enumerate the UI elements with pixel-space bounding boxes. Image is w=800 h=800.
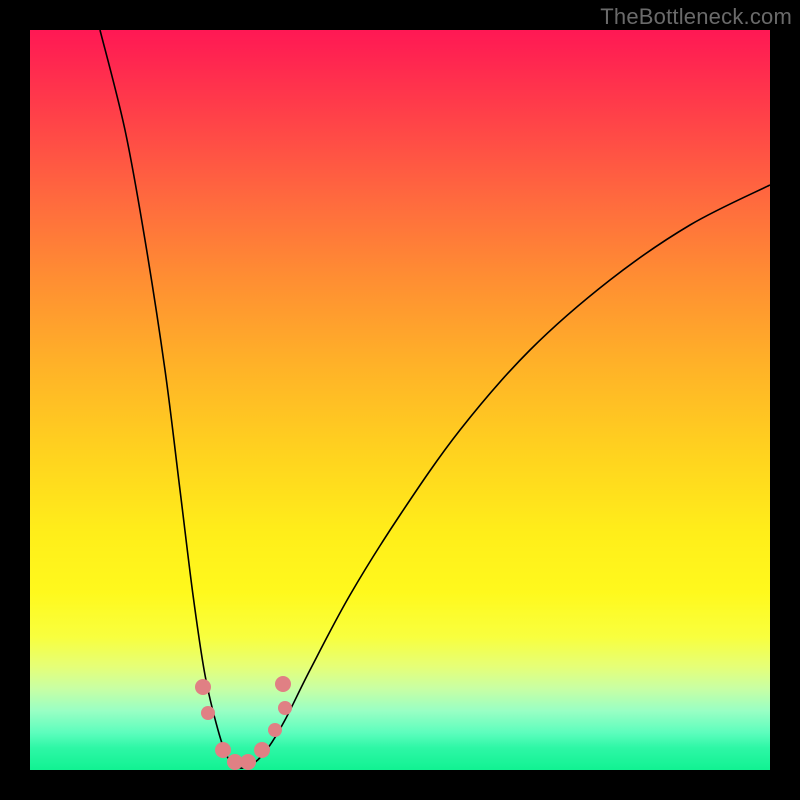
bottleneck-curve: [100, 30, 770, 768]
curve-marker: [201, 706, 215, 720]
curve-marker: [278, 701, 292, 715]
chart-frame: TheBottleneck.com: [0, 0, 800, 800]
curve-marker: [215, 742, 231, 758]
watermark-text: TheBottleneck.com: [600, 4, 792, 30]
curve-marker: [254, 742, 270, 758]
chart-svg: [30, 30, 770, 770]
curve-markers: [195, 676, 292, 770]
curve-marker: [275, 676, 291, 692]
curve-marker: [268, 723, 282, 737]
plot-area: [30, 30, 770, 770]
curve-marker: [195, 679, 211, 695]
curve-marker: [240, 754, 256, 770]
